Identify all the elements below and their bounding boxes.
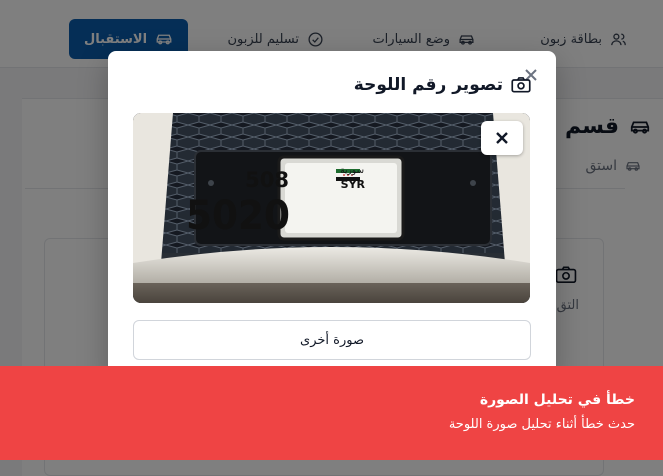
error-toast[interactable]: خطأ في تحليل الصورة حدث خطأ أثناء تحليل …	[0, 366, 663, 460]
close-icon	[496, 132, 508, 144]
plate-capture-dialog: تصوير رقم اللوحة 508 سورية SYR 5020 صورة…	[108, 51, 556, 381]
camera-icon	[511, 77, 531, 93]
plate-country-name: سورية	[340, 166, 364, 176]
another-photo-button[interactable]: صورة أخرى	[133, 320, 531, 360]
remove-photo-button[interactable]	[481, 121, 523, 155]
toast-description: حدث خطأ أثناء تحليل صورة اللوحة	[448, 417, 635, 432]
plate-top-number: 508	[245, 168, 289, 192]
dialog-title-text: تصوير رقم اللوحة	[353, 75, 503, 95]
dialog-title: تصوير رقم اللوحة	[354, 75, 531, 95]
plate-photo: 508 سورية SYR 5020	[133, 113, 530, 303]
toast-title: خطأ في تحليل الصورة	[479, 392, 635, 408]
plate-number: 5020	[186, 193, 290, 239]
plate-country-code: SYR	[341, 178, 366, 191]
